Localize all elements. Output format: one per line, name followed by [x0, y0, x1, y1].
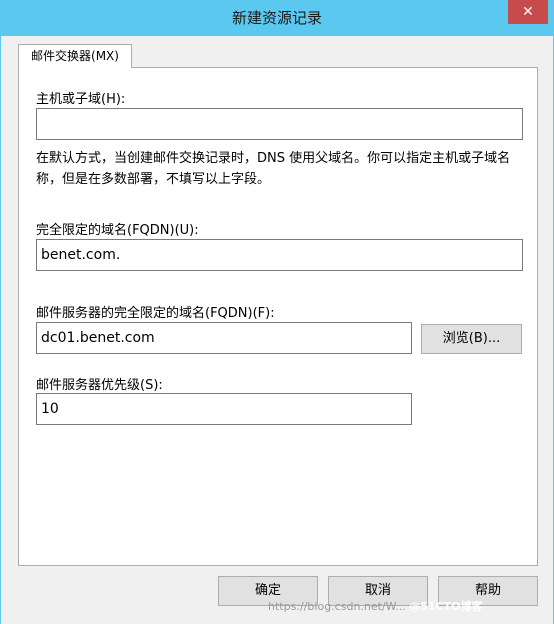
host-input[interactable]: [36, 108, 523, 140]
fqdn-input[interactable]: benet.com.: [36, 239, 523, 271]
watermark-url: https://blog.csdn.net/W...: [268, 600, 406, 613]
watermark-brand: @51CTO博客: [409, 600, 483, 613]
description-text: 在默认方式，当创建邮件交换记录时，DNS 使用父域名。你可以指定主机或子域名称，…: [36, 151, 511, 187]
mail-server-label: 邮件服务器的完全限定的域名(FQDN)(F):: [36, 306, 275, 321]
priority-input[interactable]: 10: [36, 393, 412, 425]
tab-mx[interactable]: 邮件交换器(MX): [18, 44, 132, 68]
close-button[interactable]: ✕: [508, 0, 548, 24]
browse-button[interactable]: 浏览(B)...: [421, 324, 522, 354]
watermark: https://blog.csdn.net/W... @51CTO博客: [268, 598, 483, 614]
host-label: 主机或子域(H):: [36, 92, 126, 107]
mail-server-input[interactable]: dc01.benet.com: [36, 322, 412, 354]
priority-label: 邮件服务器优先级(S):: [36, 378, 163, 393]
window-title: 新建资源记录: [231, 9, 322, 27]
fqdn-label: 完全限定的域名(FQDN)(U):: [36, 223, 199, 238]
